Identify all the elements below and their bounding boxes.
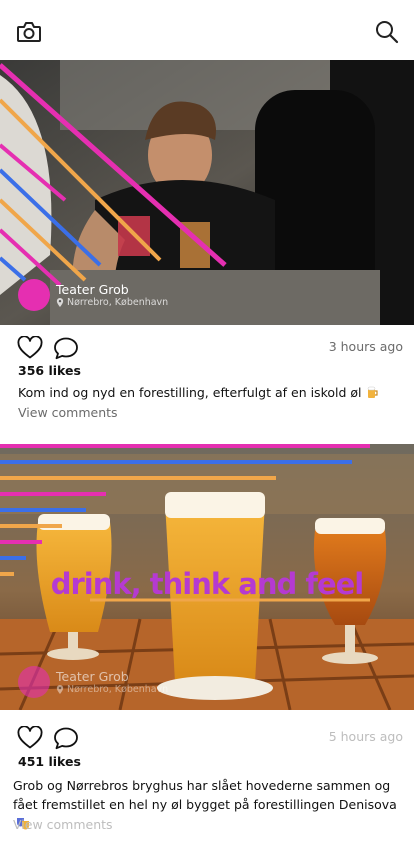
author-name[interactable]: Teater Grob (56, 669, 168, 684)
location-text: Nørrebro, København (67, 296, 169, 308)
post-image[interactable]: Teater Grob Nørrebro, København (0, 60, 414, 325)
avatar[interactable] (18, 666, 50, 698)
view-comments-link[interactable]: View comments (18, 405, 118, 420)
author-location: Nørrebro, København (56, 297, 168, 309)
post-author[interactable]: Teater Grob Nørrebro, København (18, 666, 168, 698)
location-pin-icon (56, 685, 64, 694)
beer-emoji-icon (367, 386, 378, 398)
heart-icon[interactable] (17, 336, 43, 360)
author-name[interactable]: Teater Grob (56, 282, 168, 297)
search-icon[interactable] (374, 19, 400, 45)
camera-icon[interactable] (15, 18, 43, 46)
likes-count[interactable]: 451 likes (18, 754, 81, 769)
post-caption: Kom ind og nyd en forestilling, efterful… (18, 383, 398, 402)
view-comments-link[interactable]: View comments (13, 817, 113, 832)
avatar[interactable] (18, 279, 50, 311)
top-bar (0, 0, 414, 60)
post-author[interactable]: Teater Grob Nørrebro, København (18, 279, 168, 311)
likes-count[interactable]: 356 likes (18, 363, 81, 378)
post-time: 3 hours ago (328, 339, 403, 354)
caption-text: Grob og Nørrebros bryghus har slået hove… (13, 778, 397, 812)
caption-text: Kom ind og nyd en forestilling, efterful… (18, 385, 362, 400)
comment-icon[interactable] (53, 336, 79, 360)
heart-icon[interactable] (17, 726, 43, 750)
location-text: Nørrebro, København (67, 683, 169, 695)
comment-icon[interactable] (53, 726, 79, 750)
post-actions: 3 hours ago (0, 333, 414, 361)
post-time: 5 hours ago (328, 729, 403, 744)
post-actions: 5 hours ago (0, 723, 414, 751)
post-image[interactable]: drink, think and feel Teater Grob Nørreb… (0, 444, 414, 710)
location-pin-icon (56, 298, 64, 307)
overlay-slogan: drink, think and feel (51, 567, 364, 601)
author-location: Nørrebro, København (56, 684, 168, 696)
